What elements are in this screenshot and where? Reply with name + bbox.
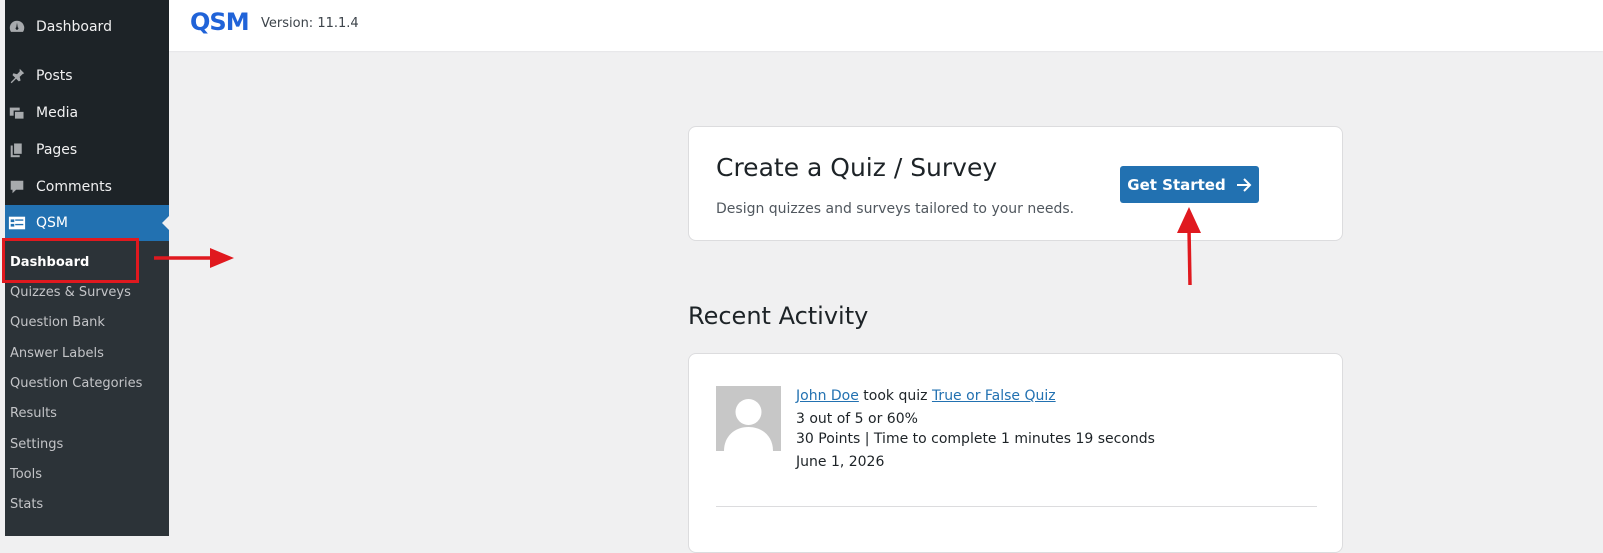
card-description: Design quizzes and surveys tailored to y… <box>716 201 1075 217</box>
arrow-right-icon <box>1236 177 1252 192</box>
menu-label: Posts <box>36 68 73 84</box>
comment-icon <box>7 177 27 197</box>
activity-summary: John Doe took quiz True or False Quiz <box>796 388 1056 404</box>
user-silhouette-icon <box>724 399 773 451</box>
submenu-item-quizzes-surveys[interactable]: Quizzes & Surveys <box>10 282 131 304</box>
annotation-arrow-up-icon <box>1177 207 1201 286</box>
avatar <box>716 386 781 451</box>
user-link[interactable]: John Doe <box>796 388 859 404</box>
menu-label: Comments <box>36 179 112 195</box>
submenu-item-question-bank[interactable]: Question Bank <box>10 312 105 334</box>
get-started-button[interactable]: Get Started <box>1120 166 1259 203</box>
plugin-header: QSM Version: 11.1.4 <box>169 0 1603 51</box>
recent-activity-title: Recent Activity <box>688 302 869 330</box>
submenu-item-stats[interactable]: Stats <box>10 494 43 516</box>
menu-label: Media <box>36 105 79 121</box>
submenu-item-settings[interactable]: Settings <box>10 434 63 456</box>
button-label: Get Started <box>1127 175 1226 194</box>
qsm-icon <box>7 213 27 233</box>
menu-item-qsm[interactable]: QSM <box>5 205 170 241</box>
annotation-arrow-right-icon <box>154 248 234 268</box>
activity-details: 30 Points | Time to complete 1 minutes 1… <box>796 431 1155 447</box>
media-icon <box>7 103 27 123</box>
submenu-item-question-categories[interactable]: Question Categories <box>10 373 142 395</box>
menu-item-posts[interactable]: Posts <box>5 58 169 94</box>
activity-score: 3 out of 5 or 60% <box>796 411 918 427</box>
card-title: Create a Quiz / Survey <box>716 153 998 182</box>
pin-icon <box>7 66 27 86</box>
pages-icon <box>7 140 27 160</box>
dashboard-icon <box>7 17 27 37</box>
menu-item-dashboard[interactable]: Dashboard <box>5 9 169 45</box>
activity-date: June 1, 2026 <box>796 454 885 470</box>
menu-item-media[interactable]: Media <box>5 95 169 131</box>
recent-activity-card: John Doe took quiz True or False Quiz 3 … <box>688 353 1343 553</box>
qsm-submenu: Dashboard Quizzes & Surveys Question Ban… <box>5 241 169 536</box>
annotation-highlight-box <box>2 238 139 283</box>
menu-label: Dashboard <box>36 19 112 35</box>
menu-item-pages[interactable]: Pages <box>5 132 169 168</box>
menu-label: QSM <box>36 215 68 231</box>
version-label: Version: 11.1.4 <box>261 16 359 31</box>
menu-item-comments[interactable]: Comments <box>5 169 169 205</box>
submenu-item-answer-labels[interactable]: Answer Labels <box>10 343 104 365</box>
activity-action: took quiz <box>858 388 932 404</box>
create-quiz-card: Create a Quiz / Survey Design quizzes an… <box>688 126 1343 241</box>
submenu-item-results[interactable]: Results <box>10 403 57 425</box>
quiz-link[interactable]: True or False Quiz <box>932 388 1056 404</box>
menu-label: Pages <box>36 142 78 158</box>
submenu-item-tools[interactable]: Tools <box>10 464 42 486</box>
qsm-logo: QSM <box>190 8 250 36</box>
divider <box>716 506 1317 507</box>
